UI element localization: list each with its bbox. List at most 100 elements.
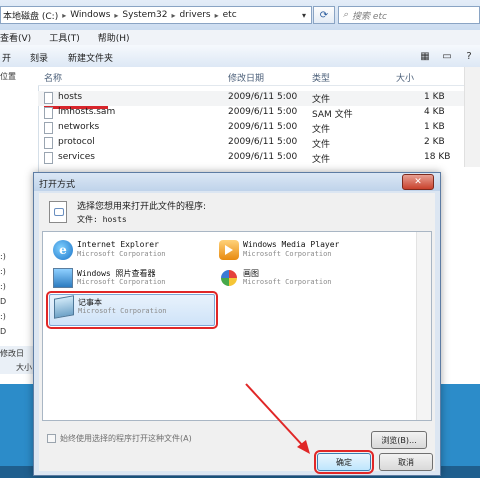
file-name: lmhosts.sam xyxy=(58,107,116,117)
file-type: 文件 xyxy=(312,155,331,165)
menu-tools[interactable]: 工具(T) xyxy=(49,31,80,44)
open-button[interactable]: 开 xyxy=(2,51,11,64)
menu-view[interactable]: 查看(V) xyxy=(0,31,31,44)
program-windows-media-player[interactable]: Windows Media Player Microsoft Corporati… xyxy=(215,238,395,268)
program-internet-explorer[interactable]: e Internet Explorer Microsoft Corporatio… xyxy=(49,238,209,268)
file-size: 4 KB xyxy=(424,107,445,117)
status-size: 大小 xyxy=(16,363,32,372)
file-row[interactable]: protocol 2009/6/11 5:00 文件 2 KB xyxy=(38,136,480,151)
file-date: 2009/6/11 5:00 xyxy=(228,152,298,162)
program-company: Microsoft Corporation xyxy=(243,278,332,286)
chevron-right-icon[interactable]: ▸ xyxy=(171,11,175,20)
file-icon xyxy=(49,201,67,223)
file-name: hosts xyxy=(58,92,83,102)
nav-item[interactable]: D xyxy=(0,327,6,336)
file-size: 2 KB xyxy=(424,137,445,147)
program-notepad[interactable]: 记事本 Microsoft Corporation xyxy=(46,291,218,329)
search-input[interactable]: ⌕ 搜索 etc xyxy=(338,6,480,24)
file-row[interactable]: lmhosts.sam 2009/6/11 5:00 SAM 文件 4 KB xyxy=(38,106,480,121)
close-icon: ✕ xyxy=(414,177,422,187)
column-header: 名称 修改日期 类型 大小 xyxy=(38,67,480,86)
column-name[interactable]: 名称 xyxy=(44,71,62,84)
search-icon: ⌕ xyxy=(343,10,349,20)
program-name: Windows Media Player xyxy=(243,240,340,249)
file-type: 文件 xyxy=(312,95,331,105)
program-company: Microsoft Corporation xyxy=(78,307,167,315)
search-placeholder: 搜索 etc xyxy=(352,11,387,22)
toolbar: 开 刻录 新建文件夹 ▦ ▭ ? xyxy=(0,45,480,68)
program-list: e Internet Explorer Microsoft Corporatio… xyxy=(42,231,432,421)
dialog-title-bar[interactable]: 打开方式 ✕ xyxy=(34,173,440,191)
file-name: networks xyxy=(58,122,100,132)
desktop-background xyxy=(440,384,480,478)
file-icon xyxy=(44,137,53,149)
file-date: 2009/6/11 5:00 xyxy=(228,92,298,102)
path-segment[interactable]: drivers xyxy=(179,10,210,20)
file-row[interactable]: services 2009/6/11 5:00 文件 18 KB xyxy=(38,151,480,166)
chevron-right-icon[interactable]: ▸ xyxy=(114,11,118,20)
refresh-button[interactable]: ⟳ xyxy=(313,6,335,24)
file-size: 1 KB xyxy=(424,122,445,132)
ok-button[interactable]: 确定 xyxy=(314,450,374,474)
file-type: 文件 xyxy=(312,125,331,135)
file-icon xyxy=(44,92,53,104)
close-button[interactable]: ✕ xyxy=(402,174,434,190)
nav-item[interactable]: :) xyxy=(0,312,6,321)
view-options-icon[interactable]: ▦ xyxy=(418,49,432,63)
address-box[interactable]: 本地磁盘 (C:) ▸ Windows ▸ System32 ▸ drivers… xyxy=(0,6,312,24)
program-photo-viewer[interactable]: Windows 照片查看器 Microsoft Corporation xyxy=(49,266,209,296)
browse-button[interactable]: 浏览(B)... xyxy=(371,431,427,449)
file-date: 2009/6/11 5:00 xyxy=(228,122,298,132)
new-folder-button[interactable]: 新建文件夹 xyxy=(68,51,113,64)
media-player-icon xyxy=(219,240,239,260)
photo-viewer-icon xyxy=(53,268,73,288)
column-type[interactable]: 类型 xyxy=(312,71,330,84)
internet-explorer-icon: e xyxy=(53,240,73,260)
path-segment[interactable]: Windows xyxy=(70,10,110,20)
paint-icon xyxy=(221,270,237,286)
column-modified[interactable]: 修改日期 xyxy=(228,71,264,84)
file-row[interactable]: networks 2009/6/11 5:00 文件 1 KB xyxy=(38,121,480,136)
address-bar-area: 本地磁盘 (C:) ▸ Windows ▸ System32 ▸ drivers… xyxy=(0,0,480,30)
nav-item[interactable]: 位置 xyxy=(0,71,16,82)
file-label: 文件: hosts xyxy=(77,215,127,224)
program-paint[interactable]: 画图 Microsoft Corporation xyxy=(215,266,395,296)
chevron-right-icon[interactable]: ▸ xyxy=(62,11,66,20)
file-type: SAM 文件 xyxy=(312,110,353,120)
burn-button[interactable]: 刻录 xyxy=(30,51,48,64)
file-list-scrollbar[interactable] xyxy=(464,67,480,167)
nav-item[interactable]: D xyxy=(0,297,6,306)
file-icon xyxy=(44,122,53,134)
program-company: Microsoft Corporation xyxy=(243,250,332,258)
nav-item[interactable]: :) xyxy=(0,282,6,291)
refresh-icon: ⟳ xyxy=(319,9,329,21)
dialog-body: 选择您想用来打开此文件的程序: 文件: hosts e Internet Exp… xyxy=(39,193,435,474)
nav-item[interactable]: :) xyxy=(0,252,6,261)
dialog-title: 打开方式 xyxy=(39,180,76,190)
always-use-option[interactable]: 始终使用选择的程序打开这种文件(A) xyxy=(47,433,192,444)
file-icon xyxy=(44,107,53,119)
chevron-down-icon[interactable]: ▾ xyxy=(297,7,311,23)
program-company: Microsoft Corporation xyxy=(77,278,166,286)
file-size: 18 KB xyxy=(424,152,451,162)
file-icon xyxy=(44,152,53,164)
cancel-button[interactable]: 取消 xyxy=(379,453,433,471)
file-size: 1 KB xyxy=(424,92,445,102)
program-company: Microsoft Corporation xyxy=(77,250,166,258)
file-name: services xyxy=(58,152,95,162)
menu-help[interactable]: 帮助(H) xyxy=(98,31,130,44)
column-size[interactable]: 大小 xyxy=(396,71,414,84)
help-icon[interactable]: ? xyxy=(462,49,476,63)
path-segment[interactable]: etc xyxy=(223,10,237,20)
chevron-right-icon[interactable]: ▸ xyxy=(215,11,219,20)
path-segment[interactable]: System32 xyxy=(122,10,167,20)
program-name: Internet Explorer xyxy=(77,240,159,249)
program-list-scrollbar[interactable] xyxy=(416,232,431,420)
path-segment[interactable]: 本地磁盘 (C:) xyxy=(3,9,58,22)
always-use-checkbox[interactable] xyxy=(47,434,56,443)
preview-pane-icon[interactable]: ▭ xyxy=(440,49,454,63)
file-type: 文件 xyxy=(312,140,331,150)
file-row[interactable]: hosts 2009/6/11 5:00 文件 1 KB xyxy=(38,91,480,106)
file-name: protocol xyxy=(58,137,95,147)
nav-item[interactable]: :) xyxy=(0,267,6,276)
